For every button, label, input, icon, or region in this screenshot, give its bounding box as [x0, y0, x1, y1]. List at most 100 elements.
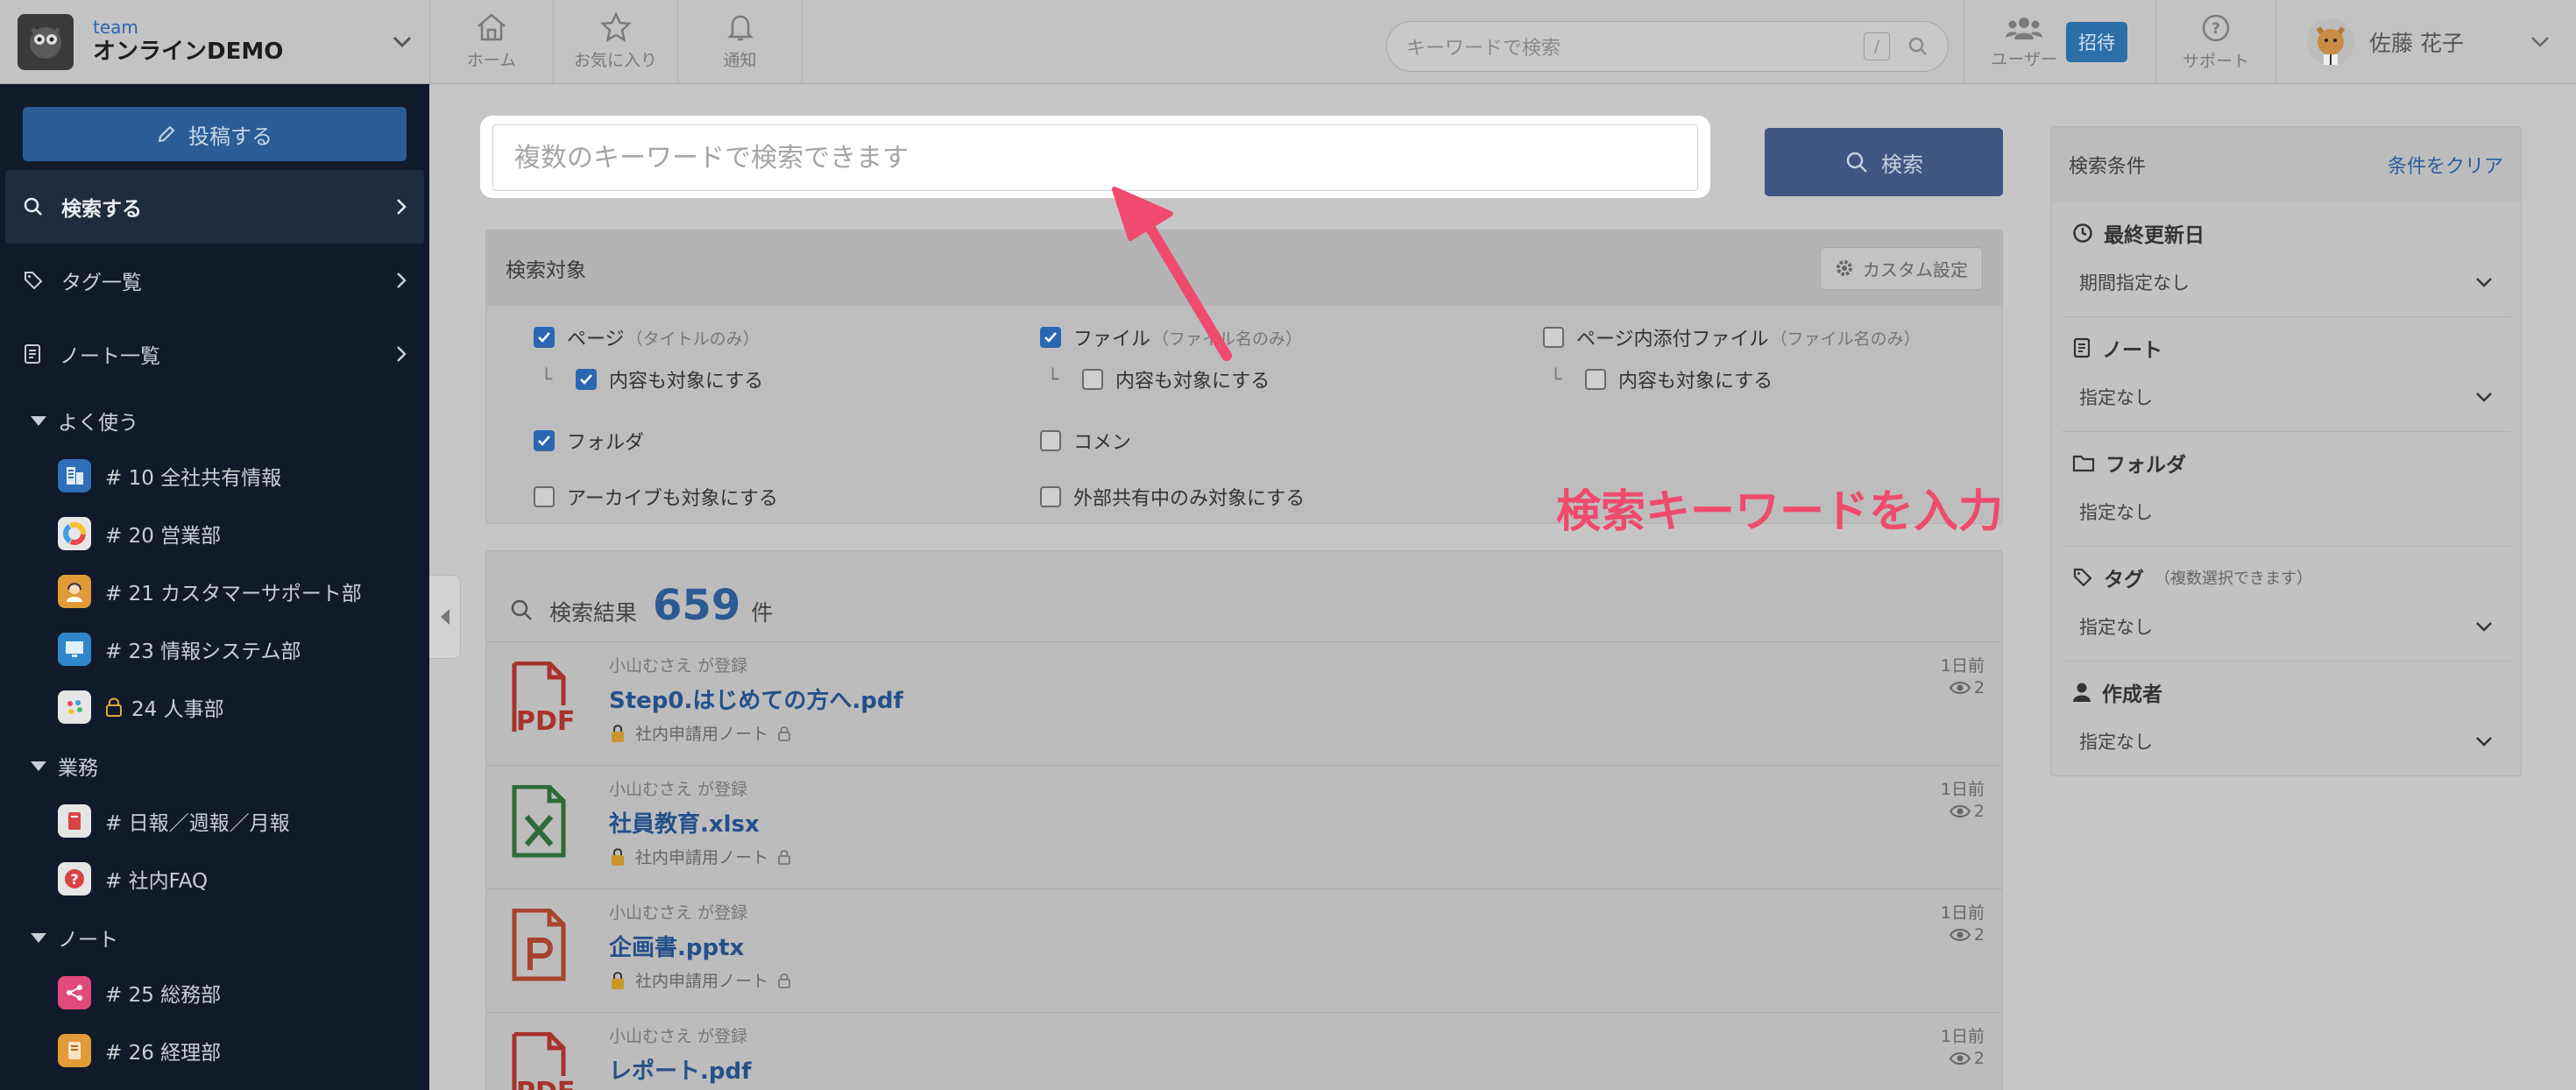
- sidebar-item-tags[interactable]: タグ一覧: [0, 244, 429, 317]
- invite-button[interactable]: 招待: [2066, 22, 2128, 62]
- option-file-content[interactable]: └ 内容も対象にする: [1047, 365, 1270, 393]
- sidebar-item-search[interactable]: 検索する: [5, 170, 424, 244]
- checkbox-checked[interactable]: [1040, 327, 1061, 348]
- option-folder[interactable]: フォルダ: [534, 427, 644, 455]
- channel-item[interactable]: ? # 社内FAQ: [0, 850, 429, 908]
- author-select[interactable]: 指定なし: [2072, 728, 2500, 754]
- checkbox-unchecked[interactable]: [1585, 369, 1606, 390]
- nav-label: ホーム: [466, 51, 517, 70]
- eye-icon: [1949, 804, 1971, 818]
- nav-home[interactable]: ホーム: [429, 0, 554, 83]
- option-label: 内容も対象にする: [609, 371, 764, 393]
- note-info[interactable]: 社内申請用ノート: [609, 721, 791, 745]
- checkbox-checked[interactable]: [534, 430, 555, 451]
- option-file[interactable]: ファイル （ファイル名のみ）: [1040, 323, 1302, 351]
- option-attachment[interactable]: ページ内添付ファイル （ファイル名のみ）: [1543, 323, 1921, 351]
- section-business[interactable]: 業務: [0, 740, 429, 792]
- caret-down-icon: [30, 931, 47, 944]
- nav-notifications[interactable]: 通知: [678, 0, 803, 83]
- building-icon: [58, 459, 91, 492]
- option-page-content[interactable]: └ 内容も対象にする: [541, 365, 763, 393]
- channel-item[interactable]: # 23 情報システム部: [0, 620, 429, 678]
- header-search-input[interactable]: キーワードで検索 /: [1386, 21, 1949, 72]
- file-name-link[interactable]: 企画書.pptx: [609, 930, 744, 962]
- collapse-sidebar-button[interactable]: [429, 575, 461, 659]
- registered-by: 小山むさえ が登録: [609, 1027, 748, 1046]
- channel-item[interactable]: # 10 全社共有情報: [0, 447, 429, 505]
- result-row[interactable]: 小山むさえ が登録 企画書.pptx 社内申請用ノート 1日前 2: [486, 889, 2002, 1013]
- option-label: 内容も対象にする: [1115, 371, 1270, 393]
- note-select[interactable]: 指定なし: [2072, 384, 2500, 410]
- file-name-link[interactable]: レポート.pdf: [609, 1053, 751, 1086]
- note-info[interactable]: 社内申請用ノート: [609, 845, 791, 868]
- chevron-down-icon: [2475, 736, 2493, 747]
- channel-item[interactable]: # 日報／週報／月報: [0, 792, 429, 850]
- section-frequent[interactable]: よく使う: [0, 394, 429, 447]
- option-external[interactable]: 外部共有中のみ対象にする: [1040, 483, 1305, 511]
- option-page[interactable]: ページ （タイトルのみ）: [534, 323, 760, 351]
- tag-select[interactable]: 指定なし: [2072, 613, 2500, 640]
- sidebar: team オンラインDEMO 投稿する 検索する タグ一覧 ノート一覧 よく使う…: [0, 0, 429, 1090]
- result-row[interactable]: PDF 小山むさえ が登録 Step0.はじめての方へ.pdf 社内申請用ノート…: [486, 642, 2002, 766]
- post-button[interactable]: 投稿する: [23, 107, 407, 161]
- gear-icon: [1835, 258, 1854, 278]
- channel-item[interactable]: 24 人事部: [0, 678, 429, 736]
- user-menu[interactable]: 佐藤 花子: [2275, 0, 2576, 84]
- checkbox-unchecked[interactable]: [1082, 369, 1103, 390]
- checkbox-unchecked[interactable]: [1040, 486, 1061, 507]
- option-attachment-content[interactable]: └ 内容も対象にする: [1550, 365, 1773, 393]
- svg-text:PDF: PDF: [516, 1077, 575, 1090]
- result-row[interactable]: PDF 小山むさえ が登録 レポート.pdf 1日前 2: [486, 1013, 2002, 1090]
- channel-item[interactable]: # 21 カスタマーサポート部: [0, 563, 429, 620]
- clear-conditions-link[interactable]: 条件をクリア: [2388, 151, 2503, 179]
- option-archive[interactable]: アーカイブも対象にする: [534, 483, 778, 511]
- sidebar-item-notes[interactable]: ノート一覧: [0, 317, 429, 391]
- channel-item[interactable]: # 20 営業部: [0, 505, 429, 563]
- sidebar-item-label: ノート一覧: [60, 345, 160, 368]
- question-icon: ?: [58, 862, 91, 895]
- condition-author: 作成者 指定なし: [2062, 662, 2510, 776]
- file-name-link[interactable]: 社員教育.xlsx: [609, 806, 760, 839]
- search-icon[interactable]: [1907, 36, 1928, 57]
- folder-select[interactable]: 指定なし: [2072, 499, 2500, 525]
- result-row[interactable]: 小山むさえ が登録 社員教育.xlsx 社内申請用ノート 1日前 2: [486, 766, 2002, 889]
- star-icon: [599, 12, 632, 42]
- channel-item[interactable]: # 26 経理部: [0, 1022, 429, 1079]
- option-label: ページ内添付ファイル: [1576, 329, 1769, 350]
- nav-support[interactable]: ? サポート: [2155, 0, 2275, 84]
- lock-icon: [777, 973, 791, 988]
- search-icon: [509, 598, 534, 622]
- checkbox-checked[interactable]: [534, 327, 555, 348]
- checkbox-unchecked[interactable]: [1543, 327, 1564, 348]
- option-note: （ファイル名のみ）: [1770, 329, 1921, 349]
- note-lock-icon: [609, 847, 626, 867]
- team-switcher[interactable]: team オンラインDEMO: [0, 0, 429, 84]
- note-name: 社内申請用ノート: [635, 848, 769, 867]
- search-box-highlight: [480, 116, 1710, 198]
- option-comment[interactable]: コメン: [1040, 427, 1131, 455]
- nav-users[interactable]: ユーザー: [1964, 0, 2063, 84]
- option-label: 内容も対象にする: [1618, 371, 1773, 393]
- file-name-link[interactable]: Step0.はじめての方へ.pdf: [609, 683, 903, 715]
- updated-select[interactable]: 期間指定なし: [2072, 269, 2500, 295]
- section-notes[interactable]: ノート: [0, 911, 429, 964]
- chevron-down-icon: [2530, 36, 2550, 48]
- custom-settings-button[interactable]: カスタム設定: [1820, 246, 1983, 290]
- checkbox-checked[interactable]: [576, 369, 597, 390]
- channel-item[interactable]: # 25 総務部: [0, 964, 429, 1022]
- checkbox-unchecked[interactable]: [534, 486, 555, 507]
- caret-down-icon: [30, 414, 47, 427]
- nav-favorites[interactable]: お気に入り: [554, 0, 678, 83]
- nav-label: 通知: [723, 51, 757, 70]
- channel-label: # 21 カスタマーサポート部: [105, 583, 362, 605]
- condition-title: フォルダ: [2105, 454, 2186, 477]
- note-info[interactable]: 社内申請用ノート: [609, 968, 791, 992]
- nav-label: ユーザー: [1991, 49, 2058, 69]
- checkbox-unchecked[interactable]: [1040, 430, 1061, 451]
- book-icon: [58, 804, 91, 838]
- search-button[interactable]: 検索: [1765, 128, 2003, 196]
- note-lock-icon: [609, 724, 626, 743]
- shortcut-key: /: [1864, 32, 1890, 60]
- search-input[interactable]: [492, 124, 1698, 191]
- users-icon: [2005, 15, 2043, 41]
